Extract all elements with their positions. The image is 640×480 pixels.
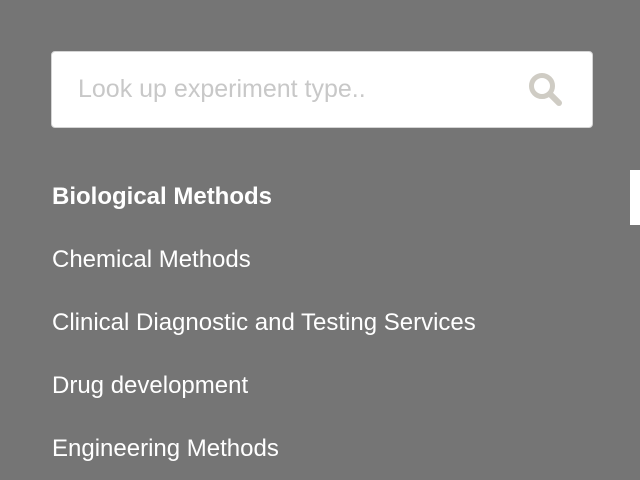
search-button[interactable] xyxy=(522,66,570,114)
search-icon xyxy=(529,73,562,106)
category-item-drug-development[interactable]: Drug development xyxy=(52,365,476,428)
search-box xyxy=(51,51,593,128)
page: Biological Methods Chemical Methods Clin… xyxy=(0,0,640,480)
category-item-biological-methods[interactable]: Biological Methods xyxy=(52,176,476,239)
category-item-engineering-methods[interactable]: Engineering Methods xyxy=(52,428,476,480)
category-item-clinical-diagnostic[interactable]: Clinical Diagnostic and Testing Services xyxy=(52,302,476,365)
category-item-chemical-methods[interactable]: Chemical Methods xyxy=(52,239,476,302)
category-list: Biological Methods Chemical Methods Clin… xyxy=(52,176,476,480)
search-input[interactable] xyxy=(52,52,512,127)
side-panel-tab[interactable] xyxy=(630,170,640,225)
